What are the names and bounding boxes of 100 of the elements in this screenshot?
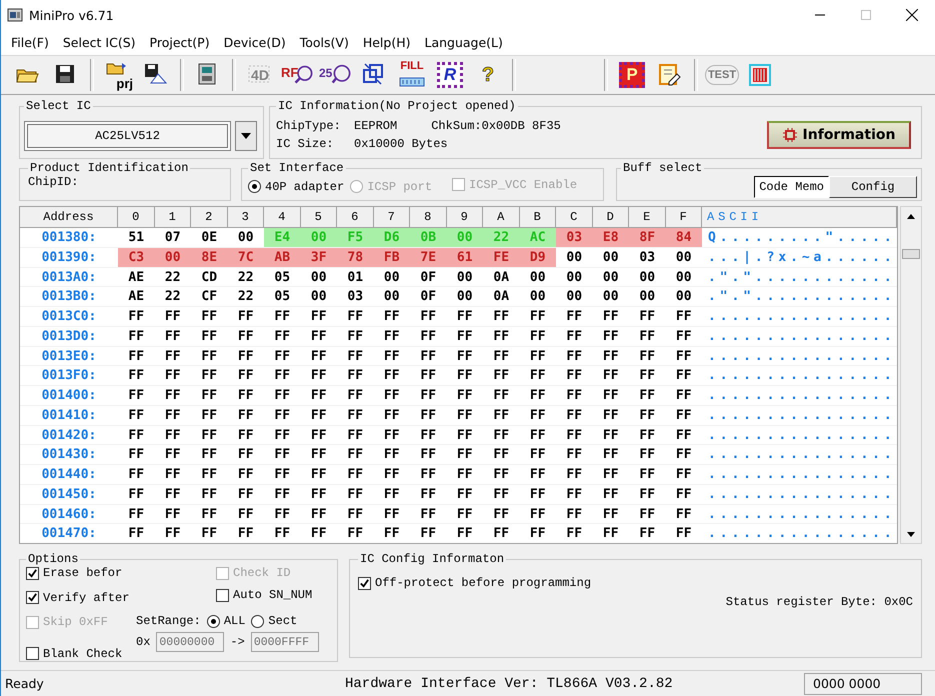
hex-cell[interactable]: FF — [410, 346, 446, 366]
hex-cell[interactable]: FF — [446, 406, 483, 426]
hex-cell[interactable]: FF — [300, 426, 337, 446]
hex-cell[interactable]: FF — [446, 326, 483, 347]
hex-cell[interactable]: FF — [264, 326, 300, 347]
hex-cell[interactable]: FF — [337, 504, 374, 524]
hex-cell[interactable]: FF — [374, 406, 410, 426]
hex-cell[interactable]: FF — [483, 346, 520, 366]
hex-cell[interactable]: 00 — [666, 268, 702, 288]
hex-cell[interactable]: FF — [154, 307, 191, 327]
hex-cell[interactable]: 03 — [337, 287, 374, 308]
hex-cell[interactable]: FF — [374, 426, 410, 446]
hex-cell[interactable]: FF — [337, 406, 374, 426]
hex-cell[interactable]: FF — [337, 326, 374, 347]
start-address-field[interactable]: 00000000 — [156, 632, 224, 652]
hex-cell[interactable]: FF — [592, 366, 629, 386]
hex-cell[interactable]: FF — [300, 406, 337, 426]
hex-cell[interactable]: FF — [410, 524, 446, 544]
hex-cell[interactable]: FF — [118, 346, 154, 366]
hex-cell[interactable]: FF — [483, 326, 520, 347]
hex-cell[interactable]: AE — [118, 268, 154, 288]
hex-cell[interactable]: FF — [154, 445, 191, 466]
hex-cell[interactable]: FF — [337, 386, 374, 406]
hex-cell[interactable]: FF — [520, 524, 556, 544]
hex-cell[interactable]: FF — [410, 465, 446, 485]
hex-cell[interactable]: FF — [374, 326, 410, 347]
hex-cell[interactable]: FF — [300, 346, 337, 366]
hex-cell[interactable]: FF — [264, 465, 300, 485]
hex-cell[interactable]: FF — [154, 346, 191, 366]
hex-cell[interactable]: FF — [337, 426, 374, 446]
hex-cell[interactable]: FF — [666, 406, 702, 426]
checkbox[interactable] — [26, 647, 39, 660]
hex-cell[interactable]: AE — [118, 287, 154, 308]
hex-cell[interactable]: FF — [264, 426, 300, 446]
scroll-thumb[interactable] — [902, 249, 920, 260]
hex-cell[interactable]: FF — [629, 504, 666, 524]
hex-cell[interactable]: FF — [118, 366, 154, 386]
hex-cell[interactable]: FF — [191, 524, 228, 544]
hex-cell[interactable]: FF — [592, 484, 629, 505]
hex-cell[interactable]: FF — [374, 445, 410, 466]
hex-cell[interactable]: FF — [228, 465, 264, 485]
hex-cell[interactable]: FF — [300, 504, 337, 524]
hex-cell[interactable]: FF — [629, 406, 666, 426]
hex-cell[interactable]: FF — [446, 465, 483, 485]
hex-cell[interactable]: FF — [228, 386, 264, 406]
hex-cell[interactable]: FF — [154, 406, 191, 426]
hex-cell[interactable]: FF — [592, 465, 629, 485]
hex-cell[interactable]: FF — [300, 445, 337, 466]
hex-cell[interactable]: FF — [191, 307, 228, 327]
hex-cell[interactable]: FF — [337, 445, 374, 466]
hex-cell[interactable]: FF — [154, 366, 191, 386]
hex-cell[interactable]: FF — [374, 484, 410, 505]
hex-cell[interactable]: FF — [592, 326, 629, 347]
hex-cell[interactable]: FF — [337, 307, 374, 327]
hex-cell[interactable]: 01 — [337, 268, 374, 288]
hex-cell[interactable]: FF — [337, 484, 374, 505]
hex-cell[interactable]: FF — [374, 346, 410, 366]
menu-item[interactable]: Select IC(S) — [56, 32, 143, 53]
hex-cell[interactable]: FF — [556, 366, 592, 386]
hex-cell[interactable]: 05 — [264, 287, 300, 308]
hex-cell[interactable]: FF — [666, 386, 702, 406]
hex-cell[interactable]: FF — [556, 307, 592, 327]
hex-cell[interactable]: FF — [264, 406, 300, 426]
hex-cell[interactable]: FF — [629, 426, 666, 446]
hex-cell[interactable]: FF — [300, 307, 337, 327]
hex-cell[interactable]: FF — [520, 326, 556, 347]
hex-cell[interactable]: FF — [520, 504, 556, 524]
hex-cell[interactable]: FF — [483, 465, 520, 485]
hex-cell[interactable]: FF — [520, 465, 556, 485]
menu-item[interactable]: Language(L) — [417, 32, 510, 53]
hex-cell[interactable]: FF — [556, 406, 592, 426]
hex-cell[interactable]: FF — [446, 366, 483, 386]
hex-cell[interactable]: FF — [154, 524, 191, 544]
hex-cell[interactable]: FF — [410, 386, 446, 406]
hex-cell[interactable]: 00 — [446, 268, 483, 288]
checkbox[interactable] — [26, 591, 39, 604]
hex-cell[interactable]: FF — [118, 524, 154, 544]
hex-cell[interactable]: 0F — [410, 268, 446, 288]
hex-cell[interactable]: FF — [410, 426, 446, 446]
hex-cell[interactable]: FF — [191, 465, 228, 485]
hex-cell[interactable]: FF — [300, 524, 337, 544]
hex-cell[interactable]: FF — [264, 366, 300, 386]
hex-cell[interactable]: FF — [666, 465, 702, 485]
hex-cell[interactable]: FF — [592, 406, 629, 426]
hex-cell[interactable]: FF — [264, 346, 300, 366]
hex-cell[interactable]: FF — [410, 484, 446, 505]
tab[interactable]: Config — [829, 176, 917, 198]
hex-cell[interactable]: FF — [666, 307, 702, 327]
hex-cell[interactable]: FF — [666, 366, 702, 386]
hex-cell[interactable]: 22 — [228, 287, 264, 308]
hex-cell[interactable]: FF — [228, 484, 264, 505]
hex-cell[interactable]: FF — [154, 426, 191, 446]
hex-cell[interactable]: FF — [337, 366, 374, 386]
hex-cell[interactable]: FF — [520, 307, 556, 327]
hex-cell[interactable]: FF — [629, 386, 666, 406]
hex-cell[interactable]: FF — [556, 504, 592, 524]
hex-cell[interactable]: FF — [520, 445, 556, 466]
hex-cell[interactable]: FF — [556, 326, 592, 347]
hex-cell[interactable]: FF — [592, 445, 629, 466]
hex-cell[interactable]: FF — [118, 445, 154, 466]
